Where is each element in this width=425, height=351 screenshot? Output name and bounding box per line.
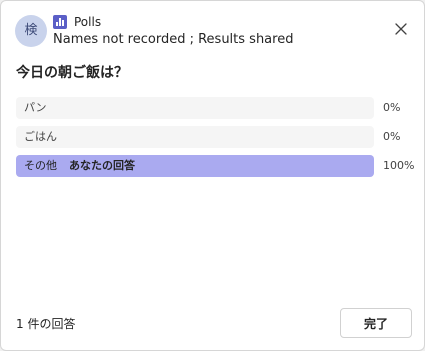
result-bar: [16, 97, 374, 119]
poll-chart-icon: [53, 15, 67, 29]
poll-option-selected[interactable]: その他 あなたの回答 100%: [16, 155, 416, 177]
option-percent: 100%: [383, 159, 415, 172]
result-bar: [16, 126, 374, 148]
poll-option[interactable]: パン 0%: [16, 97, 416, 119]
avatar: 検: [15, 15, 47, 47]
poll-header: 検 Polls Names not recorded ; Results sha…: [15, 13, 410, 51]
app-row: Polls: [53, 13, 101, 31]
poll-card: 検 Polls Names not recorded ; Results sha…: [0, 0, 425, 351]
poll-question: 今日の朝ご飯は？: [16, 65, 128, 81]
your-answer-tag: あなたの回答: [69, 159, 135, 172]
response-count: 1 件の回答: [16, 317, 76, 331]
close-icon[interactable]: [394, 22, 408, 36]
poll-options: パン 0% ごはん 0% その他 あなたの回答 100%: [16, 97, 416, 184]
option-percent: 0%: [383, 101, 401, 114]
option-label: パン: [24, 97, 47, 119]
option-text: パン: [24, 101, 47, 114]
option-text: ごはん: [24, 130, 57, 143]
done-button[interactable]: 完了: [340, 308, 412, 338]
option-label: その他 あなたの回答: [24, 155, 135, 177]
poll-settings-subtitle: Names not recorded ; Results shared: [53, 32, 294, 47]
poll-option[interactable]: ごはん 0%: [16, 126, 416, 148]
option-text: その他: [24, 159, 57, 172]
option-percent: 0%: [383, 130, 401, 143]
option-label: ごはん: [24, 126, 57, 148]
app-name: Polls: [74, 15, 102, 29]
